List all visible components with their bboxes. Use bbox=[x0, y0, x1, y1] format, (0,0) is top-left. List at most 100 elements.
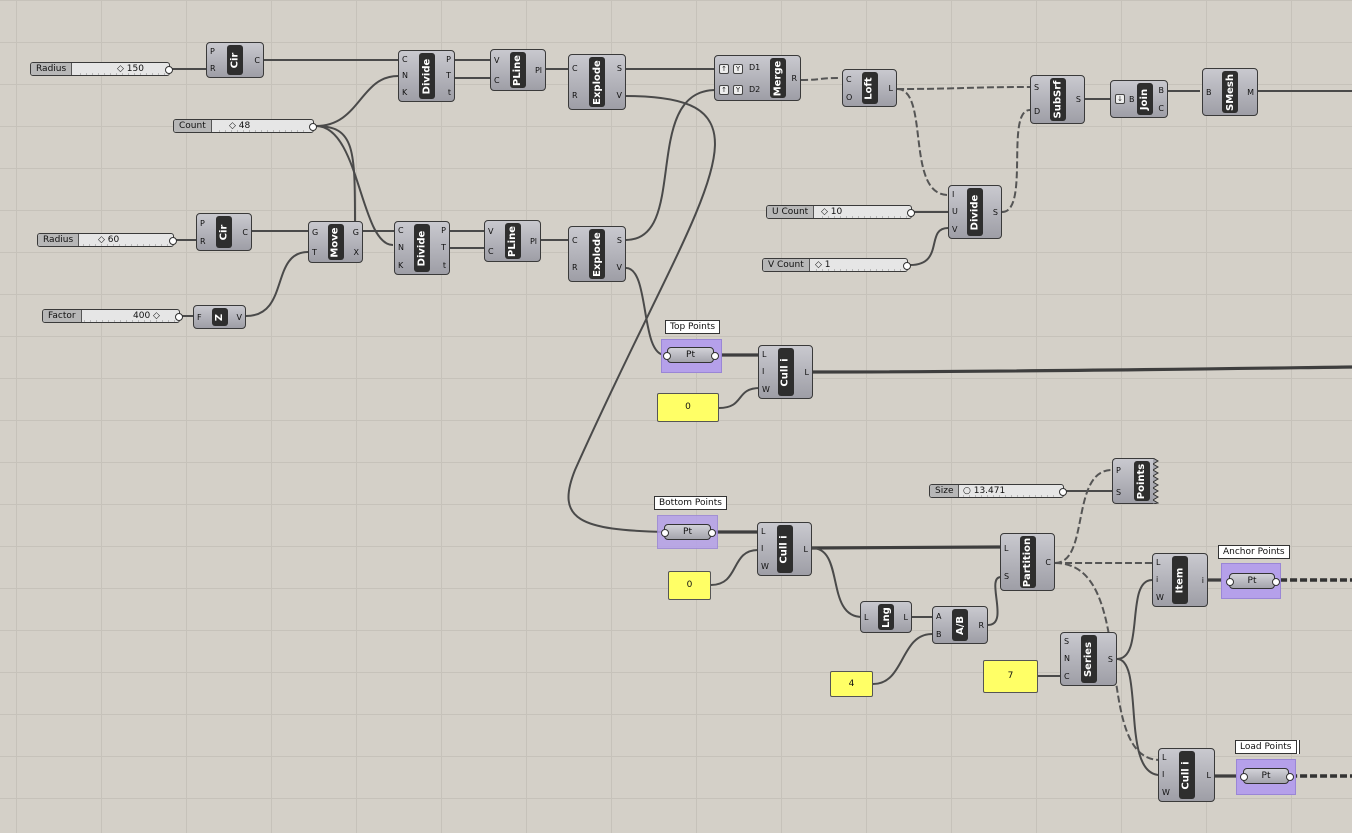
radius-slider[interactable]: Radius ◇ 150 bbox=[30, 62, 173, 76]
input-grip[interactable] bbox=[1240, 773, 1248, 781]
value-panel[interactable]: 0 bbox=[668, 571, 711, 600]
list-length-component[interactable]: L Lng L bbox=[860, 601, 912, 633]
input-grip[interactable] bbox=[661, 529, 669, 537]
input-param[interactable]: A bbox=[936, 612, 942, 621]
input-param[interactable]: B bbox=[1206, 88, 1212, 97]
output-param[interactable]: T bbox=[446, 71, 451, 80]
output-param[interactable]: i bbox=[1202, 576, 1204, 585]
input-param[interactable]: C bbox=[488, 247, 494, 256]
input-param[interactable]: S bbox=[1034, 83, 1040, 92]
input-param[interactable]: C bbox=[572, 236, 578, 245]
input-param[interactable]: L bbox=[1156, 558, 1164, 567]
input-param[interactable]: C bbox=[846, 75, 852, 84]
output-param[interactable]: X bbox=[353, 248, 359, 257]
output-param[interactable]: S bbox=[617, 236, 622, 245]
input-param[interactable]: F bbox=[197, 313, 202, 322]
output-grip[interactable] bbox=[1272, 578, 1280, 586]
flatten-toggle-icon[interactable]: ↓ bbox=[1115, 94, 1125, 104]
output-grip[interactable] bbox=[165, 66, 173, 74]
partition-list-component[interactable]: L S Partition C bbox=[1000, 533, 1055, 591]
input-param[interactable]: R bbox=[200, 237, 206, 246]
input-param[interactable]: W bbox=[762, 385, 770, 394]
merge-component[interactable]: ↑ Y ↑ Y D1 D2 Merge R bbox=[714, 55, 801, 101]
count-slider[interactable]: Count ◇ 48 bbox=[173, 119, 317, 133]
output-param[interactable]: L bbox=[805, 368, 809, 377]
input-param[interactable]: W bbox=[1156, 593, 1164, 602]
input-param[interactable]: R bbox=[210, 64, 216, 73]
input-param[interactable]: B bbox=[1129, 95, 1135, 104]
factor-slider[interactable]: Factor 400 ◇ bbox=[42, 309, 183, 323]
point-param[interactable]: Pt bbox=[1243, 768, 1289, 784]
input-param[interactable]: T bbox=[312, 248, 318, 257]
input-param[interactable]: S bbox=[1064, 637, 1070, 646]
subsurface-component[interactable]: S D SubSrf S bbox=[1030, 75, 1085, 124]
input-param[interactable]: D1 bbox=[749, 63, 760, 72]
output-param[interactable]: L bbox=[889, 84, 893, 93]
input-param[interactable]: S bbox=[1004, 572, 1009, 581]
input-param[interactable]: V bbox=[494, 56, 500, 65]
slider-track[interactable] bbox=[78, 234, 169, 246]
input-param[interactable]: O bbox=[846, 93, 852, 102]
cull-index-component[interactable]: LIW Cull i L bbox=[758, 345, 813, 399]
polyline-component[interactable]: V C PLine Pl bbox=[490, 49, 546, 91]
input-param[interactable]: I bbox=[1162, 770, 1170, 779]
input-param[interactable]: I bbox=[761, 544, 769, 553]
output-grip[interactable] bbox=[708, 529, 716, 537]
circle-component[interactable]: PR Cir C bbox=[206, 42, 264, 78]
output-grip[interactable] bbox=[1286, 773, 1294, 781]
output-param[interactable]: Pl bbox=[530, 237, 537, 246]
size-slider[interactable]: Size ○ 13.471 bbox=[929, 484, 1067, 498]
output-param[interactable]: C bbox=[1158, 104, 1164, 113]
output-param[interactable]: B bbox=[1158, 86, 1165, 95]
input-param[interactable]: K bbox=[398, 261, 404, 270]
divide-curve-component[interactable]: CNK Divide PTt bbox=[398, 50, 455, 102]
division-component[interactable]: AB A/B R bbox=[932, 606, 988, 644]
input-param[interactable]: P bbox=[1116, 466, 1121, 475]
input-param[interactable]: L bbox=[761, 527, 769, 536]
input-param[interactable]: C bbox=[1064, 672, 1070, 681]
input-param[interactable]: L bbox=[762, 350, 770, 359]
input-param[interactable]: L bbox=[1004, 544, 1009, 553]
custom-preview-points-component[interactable]: P S Points bbox=[1112, 458, 1154, 504]
output-grip[interactable] bbox=[175, 313, 183, 321]
flatten-toggle-icon[interactable]: ↑ bbox=[719, 64, 729, 74]
input-param[interactable]: R bbox=[572, 91, 578, 100]
join-breps-component[interactable]: ↓ B Join BC bbox=[1110, 80, 1168, 118]
output-param[interactable]: L bbox=[804, 545, 808, 554]
input-param[interactable]: C bbox=[494, 76, 500, 85]
output-grip[interactable] bbox=[309, 123, 317, 131]
input-param[interactable]: B bbox=[936, 630, 942, 639]
unit-z-component[interactable]: F Z V bbox=[193, 305, 246, 329]
output-param[interactable]: M bbox=[1247, 88, 1254, 97]
output-param[interactable]: P bbox=[441, 226, 446, 235]
input-param[interactable]: i bbox=[1156, 575, 1164, 584]
output-grip[interactable] bbox=[907, 209, 915, 217]
v-count-slider[interactable]: V Count ◇ 1 bbox=[762, 258, 911, 272]
loft-component[interactable]: CO Loft L bbox=[842, 69, 897, 107]
output-param[interactable]: t bbox=[446, 88, 451, 97]
point-param[interactable]: Pt bbox=[1229, 573, 1275, 589]
input-param[interactable]: U bbox=[952, 207, 958, 216]
slider-track[interactable] bbox=[79, 310, 175, 322]
output-param[interactable]: V bbox=[617, 263, 622, 272]
output-grip[interactable] bbox=[903, 262, 911, 270]
input-param[interactable]: W bbox=[761, 562, 769, 571]
flatten-toggle-icon[interactable]: ↑ bbox=[719, 85, 729, 95]
input-param[interactable]: I bbox=[762, 367, 770, 376]
graft-toggle-icon[interactable]: Y bbox=[733, 64, 743, 74]
output-param[interactable]: S bbox=[1076, 95, 1081, 104]
input-param[interactable]: N bbox=[402, 71, 408, 80]
divide-curve-component[interactable]: CNK Divide PTt bbox=[394, 221, 450, 275]
input-param[interactable]: W bbox=[1162, 788, 1170, 797]
explode-component[interactable]: C R Explode S V bbox=[568, 226, 626, 282]
move-component[interactable]: G T Move G X bbox=[308, 221, 363, 263]
radius-slider[interactable]: Radius ◇ 60 bbox=[37, 233, 177, 247]
input-param[interactable]: P bbox=[210, 47, 216, 56]
value-panel[interactable]: 7 bbox=[983, 660, 1038, 693]
output-param[interactable]: P bbox=[446, 55, 451, 64]
input-param[interactable]: G bbox=[312, 228, 318, 237]
output-param[interactable]: t bbox=[441, 261, 446, 270]
input-param[interactable]: D2 bbox=[749, 85, 760, 94]
output-param[interactable]: S bbox=[1108, 655, 1113, 664]
output-param[interactable]: L bbox=[904, 613, 908, 622]
